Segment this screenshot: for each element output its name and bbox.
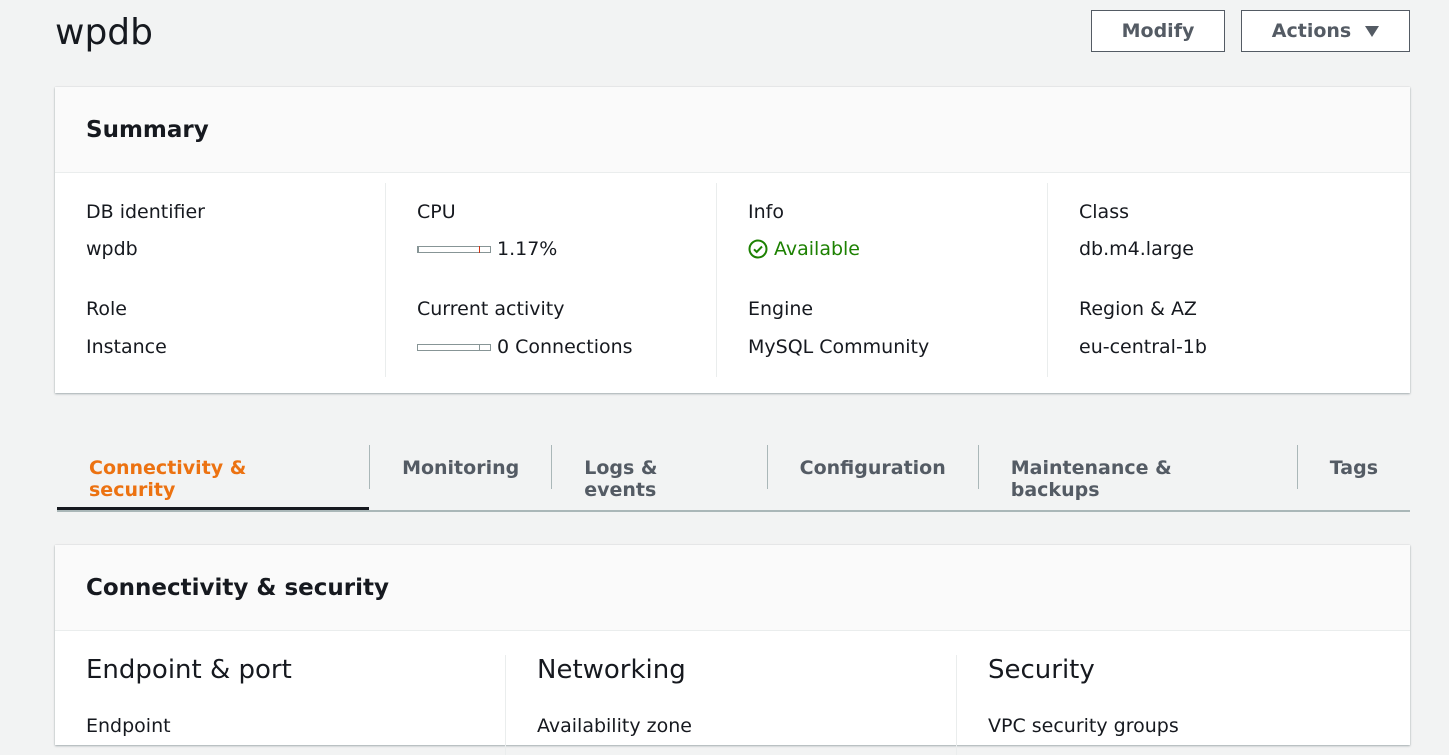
networking-heading: Networking [537,655,686,685]
connections-meter [417,343,491,351]
page-title: wpdb [55,12,153,53]
summary-header: Summary [55,87,1410,173]
role-value: Instance [86,336,167,358]
status-available: Available [748,238,860,260]
endpoint-label: Endpoint [86,715,171,737]
engine-value: MySQL Community [748,336,930,358]
status-text: Available [774,238,861,260]
class-value: db.m4.large [1079,238,1194,260]
actions-label: Actions [1271,20,1352,42]
cpu-value: 1.17% [417,238,557,260]
connectivity-header: Connectivity & security [55,545,1410,631]
security-heading: Security [988,655,1095,685]
actions-button[interactable]: Actions [1241,10,1410,52]
region-az-value: eu-central-1b [1079,336,1207,358]
cpu-text: 1.17% [497,238,558,260]
summary-col-class: Class db.m4.large Region & AZ eu-central… [1048,183,1379,377]
role-label: Role [86,298,127,320]
summary-panel: Summary DB identifier wpdb Role Instance… [55,87,1410,393]
endpoint-port-heading: Endpoint & port [86,655,292,685]
tab-configuration[interactable]: Configuration [768,445,978,510]
modify-button[interactable]: Modify [1091,10,1225,52]
tab-connectivity-security[interactable]: Connectivity & security [57,445,370,510]
vpc-security-groups-label: VPC security groups [988,715,1179,737]
connectivity-title: Connectivity & security [86,574,389,601]
connections-text: 0 Connections [497,336,633,358]
modify-label: Modify [1121,20,1195,42]
current-activity-value: 0 Connections [417,336,633,358]
engine-label: Engine [748,298,814,320]
cpu-label: CPU [417,201,456,223]
db-identifier-value: wpdb [86,238,138,260]
summary-col-info: Info Available Engine MySQL Community [717,183,1048,377]
cpu-meter [417,245,491,253]
current-activity-label: Current activity [417,298,565,320]
tab-bar: Connectivity & security Monitoring Logs … [57,445,1410,512]
endpoint-port-section: Endpoint & port Endpoint [55,655,506,755]
availability-zone-label: Availability zone [537,715,692,737]
tab-tags[interactable]: Tags [1298,445,1410,510]
networking-section: Networking Availability zone [506,655,957,755]
check-circle-icon [748,239,768,259]
tab-maintenance-backups[interactable]: Maintenance & backups [979,445,1297,510]
summary-col-cpu: CPU 1.17% Current activity 0 Connections [386,183,717,377]
db-identifier-label: DB identifier [86,201,205,223]
tab-logs-events[interactable]: Logs & events [552,445,766,510]
class-label: Class [1079,201,1129,223]
region-az-label: Region & AZ [1079,298,1197,320]
connectivity-panel: Connectivity & security Endpoint & port … [55,545,1410,755]
security-section: Security VPC security groups [957,655,1408,755]
summary-title: Summary [86,116,209,143]
summary-col-identifier: DB identifier wpdb Role Instance [55,183,386,377]
info-label: Info [748,201,784,223]
tab-monitoring[interactable]: Monitoring [370,445,551,510]
caret-down-icon [1365,25,1380,37]
